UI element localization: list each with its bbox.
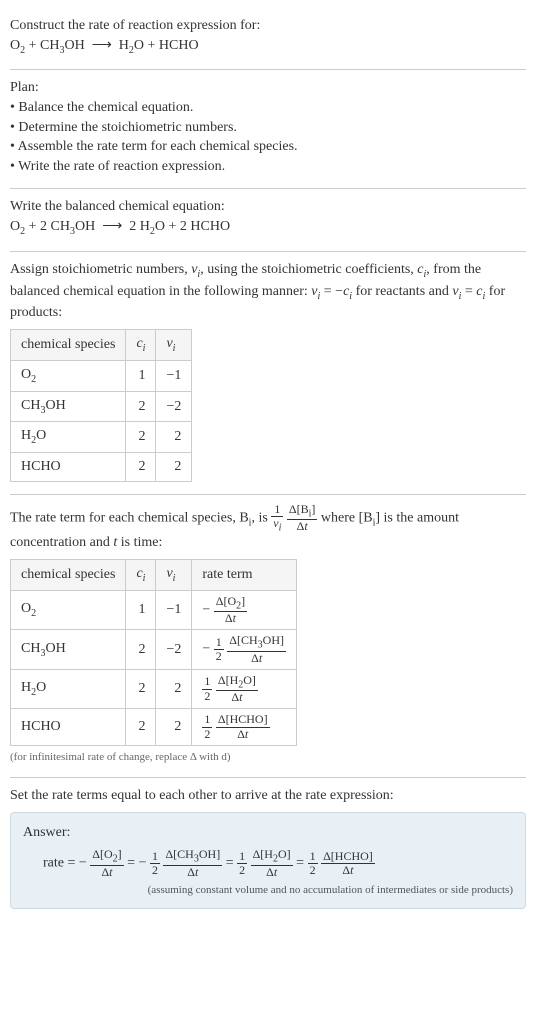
col-nu: νi — [156, 329, 192, 360]
cell-nu: −2 — [156, 391, 192, 422]
table-row: O2 1 −1 — [11, 360, 192, 391]
col-c: ci — [126, 559, 156, 590]
cell-nu: −1 — [156, 590, 192, 630]
cell-nu: −2 — [156, 630, 192, 670]
stoich-heading: Assign stoichiometric numbers, νi, using… — [10, 260, 526, 323]
stoich-section: Assign stoichiometric numbers, νi, using… — [10, 252, 526, 495]
answer-label: Answer: — [23, 823, 513, 843]
cell-nu: 2 — [156, 422, 192, 453]
cell-rate: 12 Δ[HCHO]Δt — [192, 709, 297, 745]
cell-rate: − 12 Δ[CH3OH]Δt — [192, 630, 297, 670]
cell-species: H2O — [11, 422, 126, 453]
table-row: CH3OH 2 −2 — [11, 391, 192, 422]
cell-species: CH3OH — [11, 391, 126, 422]
unbalanced-equation: O2 + CH3OH ⟶ H2O + HCHO — [10, 36, 526, 58]
cell-species: O2 — [11, 590, 126, 630]
cell-c: 2 — [126, 391, 156, 422]
rateterm-table: chemical species ci νi rate term O2 1 −1… — [10, 559, 297, 746]
table-row: O2 1 −1 − Δ[O2]Δt — [11, 590, 297, 630]
cell-nu: 2 — [156, 453, 192, 482]
intro-heading: Construct the rate of reaction expressio… — [10, 16, 526, 36]
col-rate: rate term — [192, 559, 297, 590]
cell-nu: 2 — [156, 709, 192, 745]
answer-note: (assuming constant volume and no accumul… — [23, 883, 513, 898]
plan-item: Determine the stoichiometric numbers. — [10, 118, 526, 138]
cell-c: 2 — [126, 453, 156, 482]
cell-c: 2 — [126, 669, 156, 709]
col-species: chemical species — [11, 329, 126, 360]
cell-species: HCHO — [11, 453, 126, 482]
plan-list: Balance the chemical equation. Determine… — [10, 98, 526, 176]
cell-rate: − Δ[O2]Δt — [192, 590, 297, 630]
cell-nu: −1 — [156, 360, 192, 391]
balanced-heading: Write the balanced chemical equation: — [10, 197, 526, 217]
rateterm-section: The rate term for each chemical species,… — [10, 495, 526, 778]
cell-species: O2 — [11, 360, 126, 391]
table-row: H2O 2 2 12 Δ[H2O]Δt — [11, 669, 297, 709]
cell-c: 2 — [126, 709, 156, 745]
cell-nu: 2 — [156, 669, 192, 709]
cell-species: H2O — [11, 669, 126, 709]
plan-item: Balance the chemical equation. — [10, 98, 526, 118]
table-row: HCHO 2 2 12 Δ[HCHO]Δt — [11, 709, 297, 745]
col-nu: νi — [156, 559, 192, 590]
cell-c: 1 — [126, 360, 156, 391]
plan-item: Assemble the rate term for each chemical… — [10, 137, 526, 157]
stoich-table: chemical species ci νi O2 1 −1 CH3OH 2 −… — [10, 329, 192, 482]
cell-rate: 12 Δ[H2O]Δt — [192, 669, 297, 709]
rateterm-footnote: (for infinitesimal rate of change, repla… — [10, 750, 526, 765]
cell-c: 1 — [126, 590, 156, 630]
rateterm-heading: The rate term for each chemical species,… — [10, 503, 526, 553]
final-section: Set the rate terms equal to each other t… — [10, 778, 526, 921]
balanced-equation: O2 + 2 CH3OH ⟶ 2 H2O + 2 HCHO — [10, 217, 526, 239]
final-heading: Set the rate terms equal to each other t… — [10, 786, 526, 806]
col-c: ci — [126, 329, 156, 360]
cell-c: 2 — [126, 422, 156, 453]
table-row: HCHO 2 2 — [11, 453, 192, 482]
rate-expression: rate = − Δ[O2]Δt = − 12 Δ[CH3OH]Δt = 12 … — [43, 848, 513, 879]
col-species: chemical species — [11, 559, 126, 590]
answer-box: Answer: rate = − Δ[O2]Δt = − 12 Δ[CH3OH]… — [10, 812, 526, 910]
balanced-section: Write the balanced chemical equation: O2… — [10, 189, 526, 251]
cell-species: HCHO — [11, 709, 126, 745]
table-row: H2O 2 2 — [11, 422, 192, 453]
plan-section: Plan: Balance the chemical equation. Det… — [10, 70, 526, 189]
table-header-row: chemical species ci νi — [11, 329, 192, 360]
plan-heading: Plan: — [10, 78, 526, 98]
cell-species: CH3OH — [11, 630, 126, 670]
plan-item: Write the rate of reaction expression. — [10, 157, 526, 177]
table-header-row: chemical species ci νi rate term — [11, 559, 297, 590]
cell-c: 2 — [126, 630, 156, 670]
table-row: CH3OH 2 −2 − 12 Δ[CH3OH]Δt — [11, 630, 297, 670]
intro-section: Construct the rate of reaction expressio… — [10, 8, 526, 70]
